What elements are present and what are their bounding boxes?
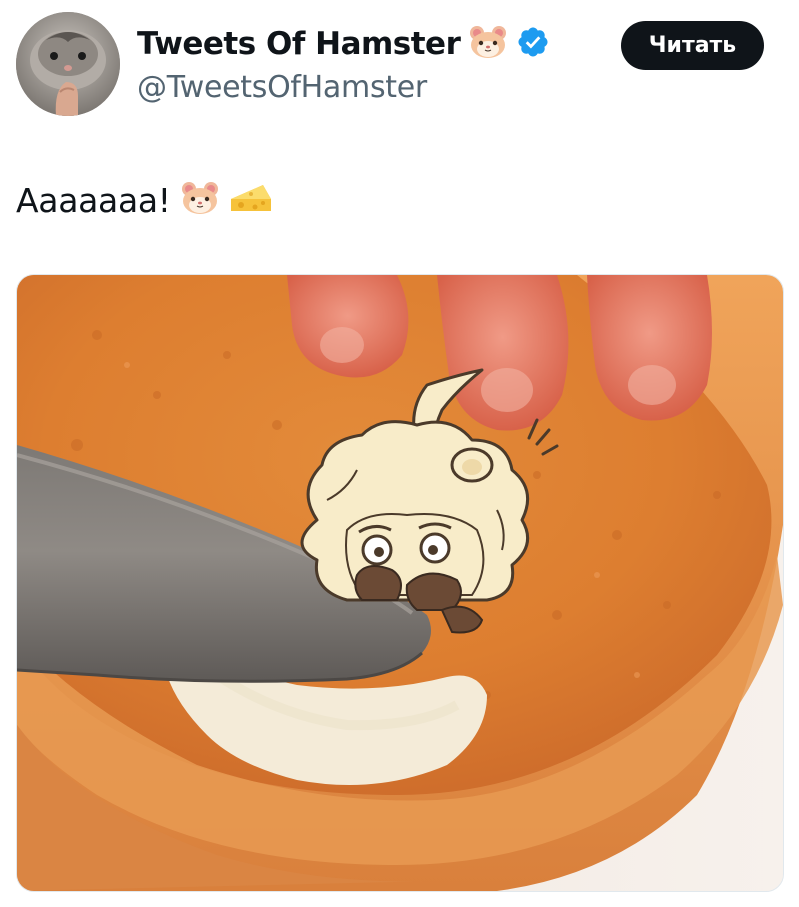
tweet-text: Aaaaaaa! (16, 180, 171, 220)
author-display-name[interactable]: Tweets Of Hamster (137, 26, 461, 62)
hamster-face-emoji-icon (468, 24, 508, 64)
tweet-media-image[interactable] (16, 274, 784, 892)
cheese-wedge-emoji-icon (229, 181, 273, 219)
hamster-face-emoji-icon (179, 180, 221, 220)
avatar[interactable] (16, 12, 120, 116)
verified-badge-icon (516, 25, 550, 63)
avatar-hamster-image (16, 12, 120, 116)
author-name-row: Tweets Of Hamster (137, 22, 550, 66)
follow-button[interactable]: Читать (621, 21, 764, 70)
author-handle[interactable]: @TweetsOfHamster (137, 70, 427, 105)
tweet-text-row: Aaaaaaa! (16, 176, 273, 224)
tweet-card: Tweets Of Hamster @TweetsOfHamster Читат… (0, 0, 799, 907)
toast-knife-illustration (17, 275, 783, 891)
